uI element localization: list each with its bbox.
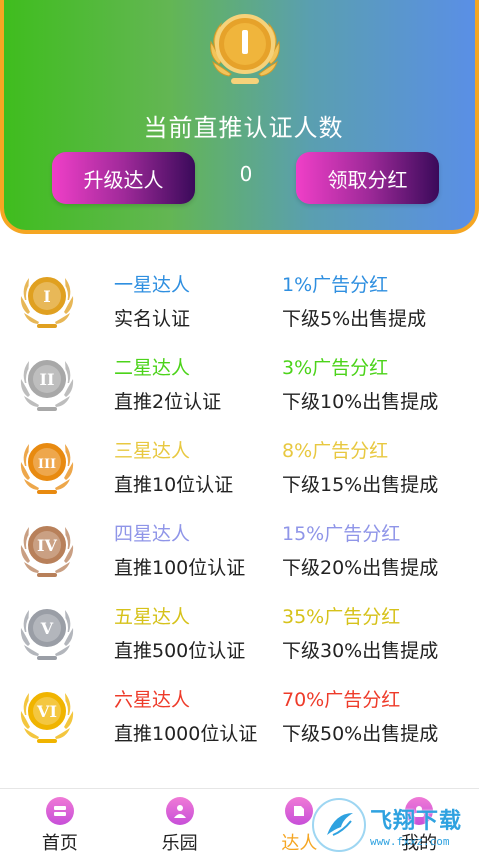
level-commission: 下级5%出售提成 [282, 308, 427, 330]
upgrade-button[interactable]: 升级达人 [52, 152, 195, 204]
platinum-medal-v-icon: V [20, 607, 74, 660]
bronze-medal-iii-icon: III [20, 441, 74, 494]
silver-medal-ii-icon: II [20, 358, 74, 411]
level-requirement: 实名认证 [114, 308, 191, 330]
medal-numeral: VI [36, 702, 57, 721]
feixiang-logo-icon [312, 798, 366, 852]
level-name: 一星达人 [114, 274, 191, 296]
level-commission: 下级20%出售提成 [282, 557, 439, 579]
level-row: VI 六星达人 直推1000位认证 70%广告分红 下级50%出售提成 [0, 677, 479, 760]
level-row: III 三星达人 直推10位认证 8%广告分红 下级15%出售提成 [0, 428, 479, 511]
hero-title: 当前直推认证人数 [143, 114, 344, 142]
tab-label: 乐园 [161, 833, 198, 854]
home-icon [45, 797, 74, 825]
level-row: II 二星达人 直推2位认证 3%广告分红 下级10%出售提成 [0, 345, 479, 428]
level-row: IV 四星达人 直推100位认证 15%广告分红 下级20%出售提成 [0, 511, 479, 594]
watermark: 飞翔下载 www.fxxz.com [312, 796, 472, 854]
claim-dividend-button[interactable]: 领取分红 [296, 152, 439, 204]
level-requirement: 直推100位认证 [114, 557, 246, 579]
medal-numeral: III [38, 457, 56, 472]
level-requirement: 直推10位认证 [114, 474, 234, 496]
hero-panel: 当前直推认证人数 升级达人 0 领取分红 [0, 0, 479, 234]
certified-count: 0 [239, 162, 253, 186]
level-ad-share: 70%广告分红 [282, 689, 401, 711]
level-name: 三星达人 [114, 440, 191, 462]
gold-medal-i-icon: I [20, 275, 74, 328]
tab-label: 首页 [41, 833, 78, 854]
level-ad-share: 8%广告分红 [282, 440, 389, 462]
paradise-icon [165, 797, 194, 825]
level-requirement: 直推2位认证 [114, 391, 222, 413]
copper-medal-iv-icon: IV [20, 524, 74, 577]
medal-numeral: IV [37, 536, 57, 555]
tab-home[interactable]: 首页 [0, 789, 120, 858]
level-commission: 下级10%出售提成 [282, 391, 439, 413]
level-list: I 一星达人 实名认证 1%广告分红 下级5%出售提成 II 二星达人 直推2位… [0, 262, 479, 760]
level-name: 二星达人 [114, 357, 191, 379]
level-ad-share: 35%广告分红 [282, 606, 401, 628]
level-commission: 下级50%出售提成 [282, 723, 439, 745]
watermark-title: 飞翔下载 [370, 808, 463, 834]
level-name: 五星达人 [114, 606, 191, 628]
medal-numeral: I [43, 287, 50, 306]
level-name: 四星达人 [114, 523, 191, 545]
level-requirement: 直推500位认证 [114, 640, 246, 662]
level-row: V 五星达人 直推500位认证 35%广告分红 下级30%出售提成 [0, 594, 479, 677]
level-ad-share: 1%广告分红 [282, 274, 389, 296]
gold-medal-icon [210, 14, 280, 84]
expert-icon [285, 797, 314, 825]
level-name: 六星达人 [114, 689, 191, 711]
level-ad-share: 15%广告分红 [282, 523, 401, 545]
level-requirement: 直推1000位认证 [114, 723, 258, 745]
medal-numeral: II [40, 370, 55, 389]
level-commission: 下级30%出售提成 [282, 640, 439, 662]
level-commission: 下级15%出售提成 [282, 474, 439, 496]
gold-medal-vi-icon: VI [20, 690, 74, 743]
level-row: I 一星达人 实名认证 1%广告分红 下级5%出售提成 [0, 262, 479, 345]
medal-numeral: V [40, 619, 54, 638]
level-ad-share: 3%广告分红 [282, 357, 389, 379]
watermark-url: www.fxxz.com [370, 834, 450, 848]
tab-paradise[interactable]: 乐园 [120, 789, 240, 858]
